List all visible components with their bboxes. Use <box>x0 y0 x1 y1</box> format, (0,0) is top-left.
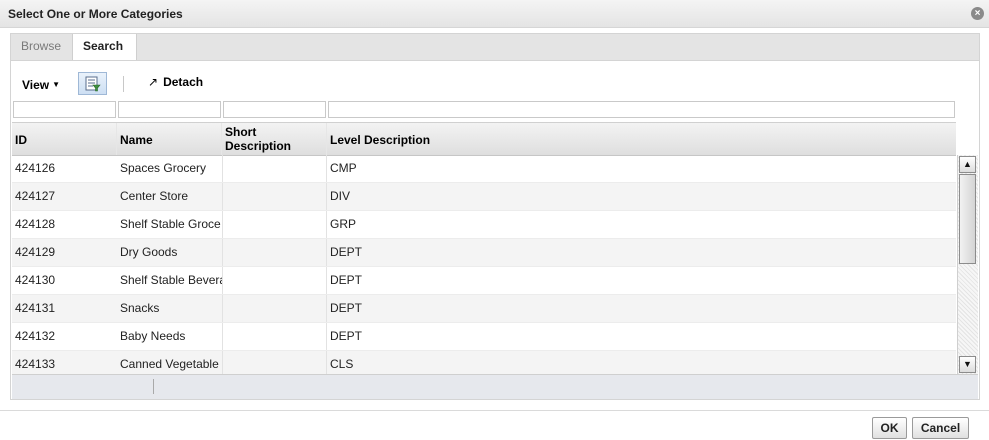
column-header-name[interactable]: Name <box>117 123 222 155</box>
table-row[interactable]: 424128 Shelf Stable Groce GRP <box>12 211 956 239</box>
cell-level-description: CMP <box>330 161 357 175</box>
cell-id: 424132 <box>15 329 56 343</box>
column-header-level-description[interactable]: Level Description <box>327 123 956 155</box>
cell-level-description: CLS <box>330 357 354 371</box>
dialog-title-bar: Select One or More Categories × <box>0 0 989 28</box>
cell-short-description <box>222 323 327 350</box>
table-row[interactable]: 424126 Spaces Grocery CMP <box>12 155 956 183</box>
cell-id: 424129 <box>15 245 56 259</box>
cell-id: 424133 <box>15 357 56 371</box>
cell-short-description <box>222 183 327 210</box>
cell-id: 424131 <box>15 301 56 315</box>
tab-search[interactable]: Search <box>72 34 137 62</box>
tab-browse[interactable]: Browse <box>11 34 73 60</box>
filter-level-description-input[interactable] <box>328 101 955 118</box>
column-header-label: ID <box>15 133 27 147</box>
table-status-bar <box>12 374 978 399</box>
table-row[interactable]: 424131 Snacks DEPT <box>12 295 956 323</box>
tab-strip: Browse Search <box>10 33 980 62</box>
search-panel: View ▼ ↗ Detach ID Name Short Description … <box>10 60 980 400</box>
column-header-label: Name <box>120 133 153 147</box>
status-bar-divider <box>153 379 154 394</box>
scroll-down-arrow-icon[interactable]: ▼ <box>959 356 976 373</box>
cell-level-description: DEPT <box>330 273 363 287</box>
cell-short-description <box>222 351 327 375</box>
cell-name: Shelf Stable Groce <box>120 217 221 231</box>
cell-short-description <box>222 267 327 294</box>
detach-label: Detach <box>163 75 204 89</box>
table-row[interactable]: 424133 Canned Vegetable CLS <box>12 351 956 375</box>
chevron-down-icon: ▼ <box>52 80 61 89</box>
cell-short-description <box>222 295 327 322</box>
table-row[interactable]: 424130 Shelf Stable Bevera DEPT <box>12 267 956 295</box>
close-icon[interactable]: × <box>971 7 984 20</box>
view-menu[interactable]: View ▼ <box>22 78 60 92</box>
cell-name: Dry Goods <box>120 245 178 259</box>
detach-button[interactable]: ↗ Detach <box>148 75 203 89</box>
cancel-button[interactable]: Cancel <box>912 417 969 439</box>
cell-name: Baby Needs <box>120 329 186 343</box>
detach-icon: ↗ <box>148 75 159 89</box>
filter-id-input[interactable] <box>13 101 116 118</box>
cell-short-description <box>222 155 327 182</box>
cell-name: Shelf Stable Bevera <box>120 273 222 287</box>
cell-level-description: DEPT <box>330 245 363 259</box>
filter-short-description-input[interactable] <box>223 101 326 118</box>
cell-name: Spaces Grocery <box>120 161 207 175</box>
column-header-label: Level Description <box>330 133 431 147</box>
column-header-short-description[interactable]: Short Description <box>222 123 327 155</box>
dialog-title: Select One or More Categories <box>8 7 183 21</box>
table-header: ID Name Short Description Level Descript… <box>12 122 956 156</box>
cell-short-description <box>222 211 327 238</box>
toolbar-separator <box>123 76 124 92</box>
table-row[interactable]: 424127 Center Store DIV <box>12 183 956 211</box>
query-by-example-button[interactable] <box>78 72 107 95</box>
table-body: 424126 Spaces Grocery CMP 424127 Center … <box>12 155 956 375</box>
cell-short-description <box>222 239 327 266</box>
cell-id: 424126 <box>15 161 56 175</box>
ok-button[interactable]: OK <box>872 417 907 439</box>
column-header-label: Short Description <box>225 125 292 153</box>
cell-id: 424130 <box>15 273 56 287</box>
table-row[interactable]: 424132 Baby Needs DEPT <box>12 323 956 351</box>
button-bar-divider <box>0 410 989 411</box>
cell-level-description: DEPT <box>330 301 363 315</box>
cell-name: Canned Vegetable <box>120 357 219 371</box>
cell-name: Center Store <box>120 189 189 203</box>
table-row[interactable]: 424129 Dry Goods DEPT <box>12 239 956 267</box>
cell-id: 424127 <box>15 189 56 203</box>
cell-level-description: DEPT <box>330 329 363 343</box>
cell-name: Snacks <box>120 301 160 315</box>
scroll-up-arrow-icon[interactable]: ▲ <box>959 156 976 173</box>
cell-level-description: GRP <box>330 217 357 231</box>
table-toolbar: View ▼ ↗ Detach <box>11 61 979 97</box>
cell-level-description: DIV <box>330 189 351 203</box>
column-header-id[interactable]: ID <box>12 123 117 155</box>
query-by-example-icon <box>85 76 101 92</box>
scrollbar-thumb[interactable] <box>959 174 976 264</box>
cell-id: 424128 <box>15 217 56 231</box>
vertical-scrollbar[interactable]: ▲ ▼ <box>957 155 978 374</box>
filter-name-input[interactable] <box>118 101 221 118</box>
view-menu-label: View <box>22 78 50 92</box>
